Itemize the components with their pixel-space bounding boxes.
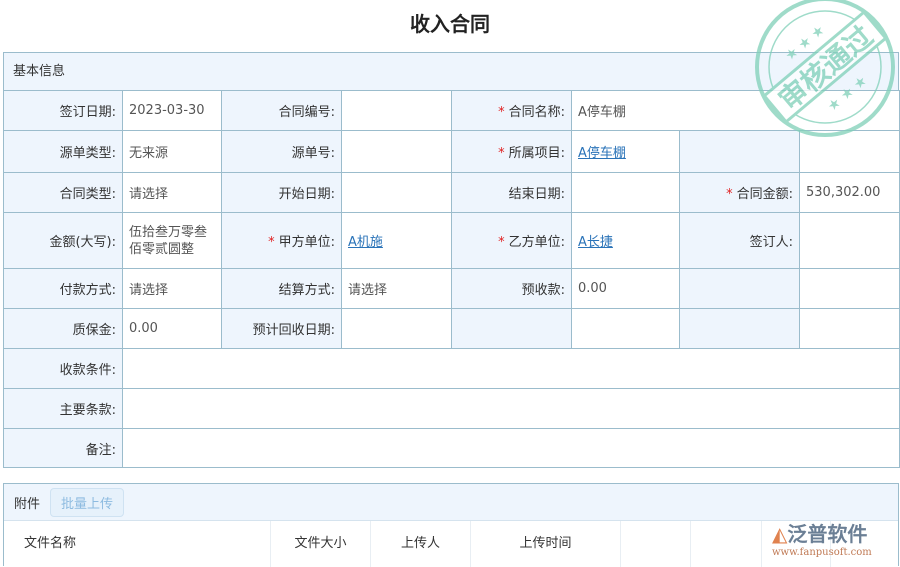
terms-receipt-field[interactable] — [121, 348, 900, 389]
warranty-label: 质保金: — [3, 308, 123, 349]
amount-label: * 合同金额: — [679, 172, 800, 213]
source-type-label: 源单类型: — [3, 130, 123, 173]
amount-upper-field: 伍拾叁万零叁佰零贰圆整 — [122, 212, 222, 269]
payment-select[interactable]: 请选择 — [122, 268, 222, 309]
signer-label: 签订人: — [679, 212, 800, 269]
col-uploader: 上传人 — [371, 521, 471, 567]
source-type-field[interactable]: 无来源 — [122, 130, 222, 173]
end-date-label: 结束日期: — [451, 172, 572, 213]
col-upload-time: 上传时间 — [471, 521, 621, 567]
contract-type-select[interactable]: 请选择 — [122, 172, 222, 213]
logo-icon: ◭ — [772, 522, 788, 546]
label-text: 合同金额: — [736, 187, 793, 202]
empty-label — [679, 268, 800, 309]
logo-name: 泛普软件 — [787, 522, 868, 546]
start-date-label: 开始日期: — [221, 172, 342, 213]
label-text: 乙方单位: — [508, 235, 565, 250]
end-date-field[interactable] — [571, 172, 680, 213]
required-mark: * — [498, 235, 505, 250]
required-mark: * — [726, 187, 733, 202]
fanpusoft-logo: ◭泛普软件 www.fanpusoft.com — [772, 518, 897, 558]
remark-label: 备注: — [3, 428, 123, 468]
project-field[interactable]: A停车棚 — [571, 130, 680, 173]
start-date-field[interactable] — [341, 172, 452, 213]
contract-no-field[interactable] — [341, 90, 452, 131]
empty-field — [571, 308, 680, 349]
sign-date-label: 签订日期: — [3, 90, 123, 131]
attachments-section: 附件 批量上传 文件名称 文件大小 上传人 上传时间 — [3, 483, 899, 567]
party-b-label: * 乙方单位: — [451, 212, 572, 269]
remark-field[interactable] — [121, 428, 900, 468]
col-file-name: 文件名称 — [4, 521, 271, 567]
advance-label: 预收款: — [451, 268, 572, 309]
col-empty — [621, 521, 691, 567]
contract-name-label: * 合同名称: — [451, 90, 572, 131]
project-link[interactable]: A停车棚 — [578, 146, 626, 161]
col-empty — [691, 521, 762, 567]
col-file-size: 文件大小 — [271, 521, 371, 567]
warranty-field[interactable]: 0.00 — [122, 308, 222, 349]
attachments-label: 附件 — [14, 496, 41, 512]
required-mark: * — [268, 235, 275, 250]
payment-label: 付款方式: — [3, 268, 123, 309]
signer-field[interactable] — [798, 212, 900, 269]
main-terms-label: 主要条款: — [3, 388, 123, 429]
required-mark: * — [498, 105, 505, 120]
party-b-field[interactable]: A长捷 — [571, 212, 680, 269]
amount-upper-label: 金额(大写): — [3, 212, 123, 269]
approved-stamp: 审核通过 ★ ★ ★ ★ ★ ★ — [755, 0, 895, 137]
empty-field — [798, 308, 900, 349]
empty-field — [798, 268, 900, 309]
party-a-link[interactable]: A机施 — [348, 235, 383, 250]
logo-url: www.fanpusoft.com — [772, 547, 872, 558]
party-b-link[interactable]: A长捷 — [578, 235, 613, 250]
sign-date-field[interactable]: 2023-03-30 — [122, 90, 222, 131]
settlement-select[interactable]: 请选择 — [341, 268, 452, 309]
batch-upload-button[interactable]: 批量上传 — [50, 487, 125, 517]
project-label: * 所属项目: — [451, 130, 572, 173]
main-terms-field[interactable] — [121, 388, 900, 429]
source-no-field[interactable] — [341, 130, 452, 173]
label-text: 合同名称: — [508, 105, 565, 120]
label-text: 甲方单位: — [278, 235, 335, 250]
label-text: 所属项目: — [508, 146, 565, 161]
expected-date-field[interactable] — [341, 308, 452, 349]
settlement-label: 结算方式: — [221, 268, 342, 309]
terms-receipt-label: 收款条件: — [3, 348, 123, 389]
contract-no-label: 合同编号: — [221, 90, 342, 131]
empty-label — [679, 308, 800, 349]
advance-field[interactable]: 0.00 — [571, 268, 680, 309]
contract-form: 签订日期: 2023-03-30 合同编号: * 合同名称: A停车棚 源单类型:… — [3, 90, 900, 468]
empty-label — [451, 308, 572, 349]
party-a-label: * 甲方单位: — [221, 212, 342, 269]
required-mark: * — [498, 146, 505, 161]
source-no-label: 源单号: — [221, 130, 342, 173]
attachments-table-header: 文件名称 文件大小 上传人 上传时间 — [4, 521, 898, 567]
expected-date-label: 预计回收日期: — [221, 308, 342, 349]
contract-type-label: 合同类型: — [3, 172, 123, 213]
party-a-field[interactable]: A机施 — [341, 212, 452, 269]
amount-field[interactable]: 530,302.00 — [798, 172, 900, 213]
